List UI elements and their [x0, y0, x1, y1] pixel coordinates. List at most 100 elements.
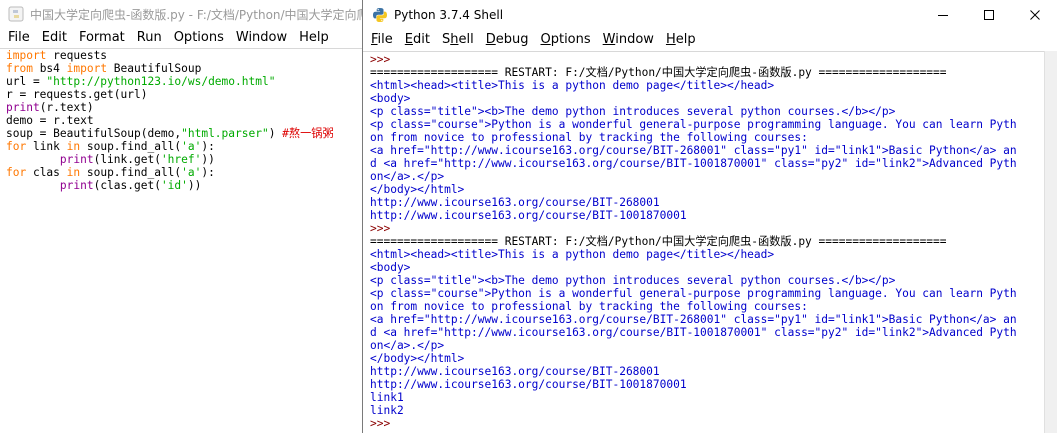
restart-banner: =================== RESTART: F:/文档/Pytho…	[370, 66, 947, 79]
output-line: <html><head><title>This is a python demo…	[370, 248, 775, 261]
code-line: url = "http://python123.io/ws/demo.html"	[0, 75, 362, 88]
editor-menu-window[interactable]: Window	[230, 28, 293, 48]
code-token: ):	[201, 166, 215, 179]
shell-prompt: >>>	[370, 222, 391, 235]
code-token: 'href'	[160, 153, 202, 166]
shell-output[interactable]: >>> =================== RESTART: F:/文档/Py…	[363, 51, 1045, 433]
code-token: "http://python123.io/ws/demo.html"	[46, 75, 276, 88]
code-token: for	[6, 166, 27, 179]
shell-menu-debug[interactable]: Debug	[480, 30, 535, 50]
code-token: soup.find_all(	[80, 140, 182, 153]
code-line: r = requests.get(url)	[0, 88, 362, 101]
editor-menu-file[interactable]: File	[0, 28, 36, 48]
shell-menu-shell[interactable]: Shell	[436, 30, 480, 50]
shell-prompt: >>>	[370, 417, 391, 430]
minimize-button[interactable]	[920, 0, 966, 30]
code-token: )	[268, 127, 283, 140]
output-line: http://www.icourse163.org/course/BIT-268…	[370, 196, 660, 209]
shell-menu-window[interactable]: Window	[597, 30, 660, 50]
close-button[interactable]	[1012, 0, 1057, 30]
shell-menu-file[interactable]: File	[363, 30, 399, 50]
code-token: in	[66, 166, 81, 179]
code-token: soup = BeautifulSoup(demo,	[6, 127, 182, 140]
code-line: from bs4 import BeautifulSoup	[0, 62, 362, 75]
minimize-icon	[938, 15, 948, 16]
code-token: (clas.get(	[93, 179, 161, 192]
output-line: d <a href="http://www.icourse163.org/cou…	[370, 326, 1017, 339]
code-token: link	[26, 140, 67, 153]
code-token: from	[6, 62, 33, 75]
output-line: <p class="title"><b>The demo python intr…	[370, 274, 896, 287]
code-token: 'a'	[181, 140, 202, 153]
code-line: for clas in soup.find_all('a'):	[0, 166, 362, 179]
code-token: BeautifulSoup	[107, 62, 202, 75]
output-line: http://www.icourse163.org/course/BIT-100…	[370, 209, 687, 222]
code-line: demo = r.text	[0, 114, 362, 127]
output-line: <p class="course">Python is a wonderful …	[370, 287, 1017, 300]
editor-menu-options[interactable]: Options	[168, 28, 230, 48]
editor-menu-format[interactable]: Format	[73, 28, 131, 48]
output-line: on from novice to professional by tracki…	[370, 131, 808, 144]
desktop: 中国大学定向爬虫-函数版.py - F:/文档/Python/中国大学定向爬 F…	[0, 0, 1057, 433]
code-line: print(r.text)	[0, 101, 362, 114]
editor-menu-help[interactable]: Help	[293, 28, 335, 48]
code-token: requests	[46, 49, 108, 62]
output-line: link2	[370, 404, 404, 417]
code-token: r = requests.get(url)	[6, 88, 148, 101]
shell-prompt: >>>	[370, 53, 391, 66]
code-token: bs4	[32, 62, 67, 75]
code-token: import	[6, 49, 47, 62]
window-controls	[920, 0, 1057, 30]
output-line: </body></html>	[370, 183, 465, 196]
code-line: print(clas.get('id'))	[0, 179, 362, 192]
editor-title: 中国大学定向爬虫-函数版.py - F:/文档/Python/中国大学定向爬	[30, 7, 362, 22]
code-token: ):	[201, 140, 215, 153]
code-token: import	[66, 62, 108, 75]
output-line: http://www.icourse163.org/course/BIT-268…	[370, 365, 660, 378]
code-token: print	[59, 179, 94, 192]
output-line: <p class="course">Python is a wonderful …	[370, 118, 1017, 131]
output-line: on</a>.</p>	[370, 339, 445, 352]
code-editor[interactable]: import requests from bs4 import Beautiful…	[0, 48, 362, 433]
output-line: <p class="title"><b>The demo python intr…	[370, 105, 896, 118]
close-icon	[1030, 10, 1040, 20]
code-token: (r.text)	[39, 101, 94, 114]
code-token: url =	[6, 75, 47, 88]
code-token: print	[6, 101, 40, 114]
output-line: <a href="http://www.icourse163.org/cours…	[370, 144, 1017, 157]
editor-menu-edit[interactable]: Edit	[36, 28, 73, 48]
code-token: 'a'	[181, 166, 202, 179]
python-logo-icon	[373, 8, 387, 22]
code-line: print(link.get('href'))	[0, 153, 362, 166]
maximize-button[interactable]	[966, 0, 1012, 30]
shell-menu-edit[interactable]: Edit	[399, 30, 436, 50]
code-token: print	[59, 153, 94, 166]
code-token: ))	[187, 179, 202, 192]
editor-menubar: File Edit Format Run Options Window Help	[0, 28, 362, 48]
output-line: <body>	[370, 261, 411, 274]
editor-menu-run[interactable]: Run	[131, 28, 168, 48]
shell-menubar: File Edit Shell Debug Options Window Help	[363, 30, 1057, 50]
shell-menu-help[interactable]: Help	[660, 30, 702, 50]
shell-titlebar[interactable]: Python 3.7.4 Shell	[363, 0, 1057, 30]
code-line: soup = BeautifulSoup(demo,"html.parser")…	[0, 127, 362, 140]
editor-titlebar[interactable]: 中国大学定向爬虫-函数版.py - F:/文档/Python/中国大学定向爬	[0, 0, 362, 28]
output-line: <a href="http://www.icourse163.org/cours…	[370, 313, 1017, 326]
output-line: on from novice to professional by tracki…	[370, 300, 808, 313]
shell-window: Python 3.7.4 Shell File Edit Shell Debug…	[362, 0, 1057, 433]
output-line: http://www.icourse163.org/course/BIT-100…	[370, 378, 687, 391]
output-line: <body>	[370, 92, 411, 105]
python-idle-icon	[8, 6, 24, 22]
output-line: on</a>.</p>	[370, 170, 445, 183]
shell-menu-options[interactable]: Options	[534, 30, 596, 50]
shell-vertical-scrollbar[interactable]	[1044, 51, 1057, 433]
code-token: ))	[201, 153, 215, 166]
code-line: import requests	[0, 49, 362, 62]
code-token: "html.parser"	[181, 127, 269, 140]
code-token: (link.get(	[93, 153, 161, 166]
shell-title: Python 3.7.4 Shell	[394, 8, 504, 22]
code-token: soup.find_all(	[80, 166, 182, 179]
editor-window: 中国大学定向爬虫-函数版.py - F:/文档/Python/中国大学定向爬 F…	[0, 0, 362, 433]
